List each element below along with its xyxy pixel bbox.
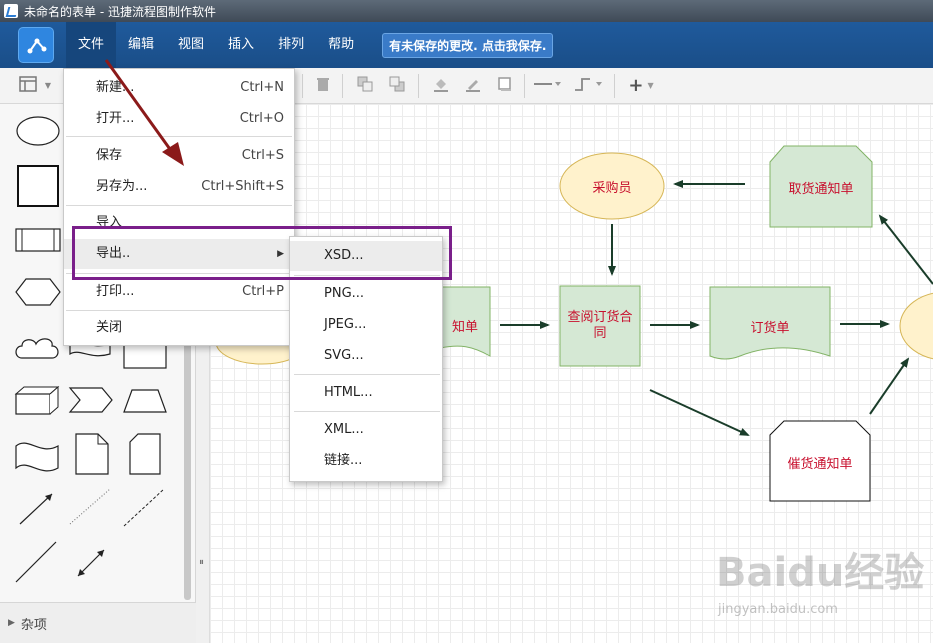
to-front-icon[interactable] — [354, 76, 376, 96]
menu-item-close-label: 关闭 — [96, 320, 123, 335]
menu-item-save-as-label: 另存为... — [96, 179, 148, 194]
watermark-sub: jingyan.baidu.com — [718, 602, 838, 617]
expand-triangle-icon: ▶ — [8, 618, 15, 628]
menu-arrange[interactable]: 排列 — [266, 22, 316, 68]
node-label-purchaser: 采购员 — [592, 181, 632, 196]
app-logo-icon[interactable] — [18, 27, 54, 63]
fill-color-icon[interactable] — [430, 76, 452, 96]
menu-separator — [294, 411, 440, 412]
cube-shape[interactable] — [14, 385, 60, 415]
menu-item-close[interactable]: 关闭 — [64, 313, 294, 343]
chevron-down-icon[interactable]: ▼ — [42, 76, 54, 96]
delete-icon[interactable] — [312, 76, 334, 96]
arrow-line-shape[interactable] — [19, 493, 53, 525]
edge-contract-to-reminder — [649, 389, 750, 436]
square-shape[interactable] — [17, 165, 59, 207]
edge-right-to-pickup — [878, 214, 933, 285]
menu-separator — [294, 374, 440, 375]
shortcut-print: Ctrl+P — [242, 284, 284, 299]
node-label-review-contract: 查阅订货合同 — [567, 310, 633, 341]
menu-separator — [66, 310, 292, 311]
export-xml[interactable]: XML... — [290, 415, 442, 445]
step-shape[interactable] — [68, 387, 113, 413]
shortcut-open: Ctrl+O — [239, 111, 284, 126]
splitter-grip-icon: ⏸ — [199, 557, 204, 568]
to-back-icon[interactable] — [386, 76, 408, 96]
note-shape[interactable] — [75, 433, 109, 475]
node-label-pickup-notice: 取货通知单 — [788, 182, 854, 197]
node-right-yellow[interactable] — [899, 292, 933, 360]
shortcut-new: Ctrl+N — [240, 80, 284, 95]
process-shape[interactable] — [15, 228, 61, 252]
dotted-line-shape[interactable] — [69, 488, 111, 525]
export-html[interactable]: HTML... — [290, 378, 442, 408]
wave-shape[interactable] — [15, 442, 59, 472]
export-link[interactable]: 链接... — [290, 446, 442, 476]
menu-item-print-label: 打印... — [96, 284, 135, 299]
ellipse-shape[interactable] — [16, 116, 60, 146]
menu-help[interactable]: 帮助 — [316, 22, 366, 68]
unsaved-changes-button[interactable]: 有未保存的更改. 点击我保存. — [382, 32, 554, 58]
bidirectional-arrow-shape[interactable] — [77, 549, 105, 577]
title-bar: 未命名的表单 - 迅捷流程图制作软件 — [0, 0, 933, 22]
shadow-icon[interactable] — [494, 76, 516, 96]
trapezoid-shape[interactable] — [123, 389, 167, 413]
add-icon[interactable]: + ▼ — [624, 76, 658, 96]
edge-reminder-to-right — [869, 357, 910, 415]
window-title: 未命名的表单 - 迅捷流程图制作软件 — [24, 4, 216, 19]
line-shape[interactable] — [15, 541, 57, 583]
line-color-icon[interactable] — [462, 76, 484, 96]
misc-section-label: 杂项 — [20, 617, 47, 633]
node-label-partial-left: 知单 — [451, 320, 478, 335]
hexagon-shape[interactable] — [15, 278, 61, 306]
menu-insert[interactable]: 插入 — [216, 22, 266, 68]
red-annotation-arrow-icon — [104, 59, 184, 166]
dashed-line-shape[interactable] — [123, 488, 165, 527]
watermark-main: Baidu经验 — [716, 550, 925, 596]
export-svg[interactable]: SVG... — [290, 341, 442, 371]
shortcut-save: Ctrl+S — [241, 148, 284, 163]
cloud-shape[interactable] — [15, 338, 59, 359]
app-icon — [4, 4, 18, 18]
baidu-watermark: Baidu经验 jingyan.baidu.com — [716, 540, 933, 640]
connector-style-icon[interactable] — [574, 76, 604, 96]
panel-toggle-icon[interactable] — [16, 76, 40, 96]
line-style-icon[interactable] — [534, 76, 562, 96]
node-label-order: 订货单 — [750, 321, 790, 336]
misc-section-header[interactable]: ▶ 杂项 — [0, 602, 196, 643]
export-png[interactable]: PNG... — [290, 279, 442, 309]
menu-separator — [66, 205, 292, 206]
export-highlight-annotation — [72, 226, 452, 280]
shortcut-save-as: Ctrl+Shift+S — [201, 179, 284, 194]
menu-item-print[interactable]: 打印... Ctrl+P — [64, 277, 294, 307]
card-shape[interactable] — [129, 433, 161, 475]
node-label-reminder-notice: 催货通知单 — [787, 457, 853, 472]
export-jpeg[interactable]: JPEG... — [290, 310, 442, 340]
